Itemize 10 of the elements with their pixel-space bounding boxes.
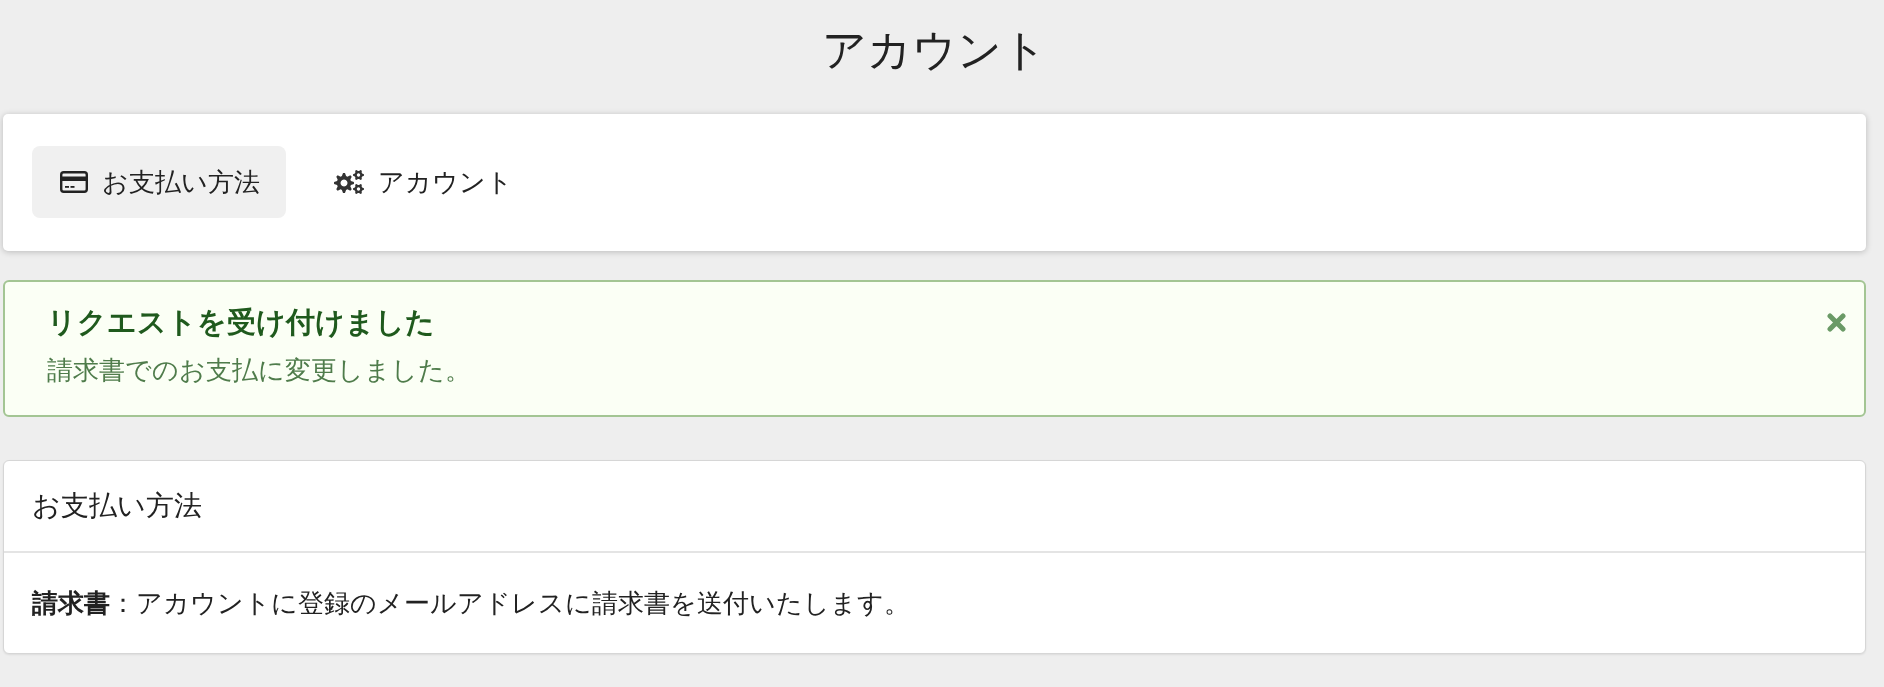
credit-card-icon — [60, 171, 88, 193]
gears-icon — [334, 169, 364, 195]
tab[interactable]: お支払い方法 — [32, 146, 286, 218]
payment-description: 請求書：アカウントに登録のメールアドレスに請求書を送付いたします。 — [32, 586, 910, 620]
close-icon[interactable] — [1827, 313, 1846, 332]
tab[interactable]: アカウント — [306, 146, 539, 218]
alert-title: リクエストを受け付けました — [47, 305, 435, 340]
page-title: アカウント — [822, 24, 1047, 76]
panel-title: お支払い方法 — [32, 489, 202, 523]
alert-message: 請求書でのお支払に変更しました。 — [47, 354, 471, 387]
